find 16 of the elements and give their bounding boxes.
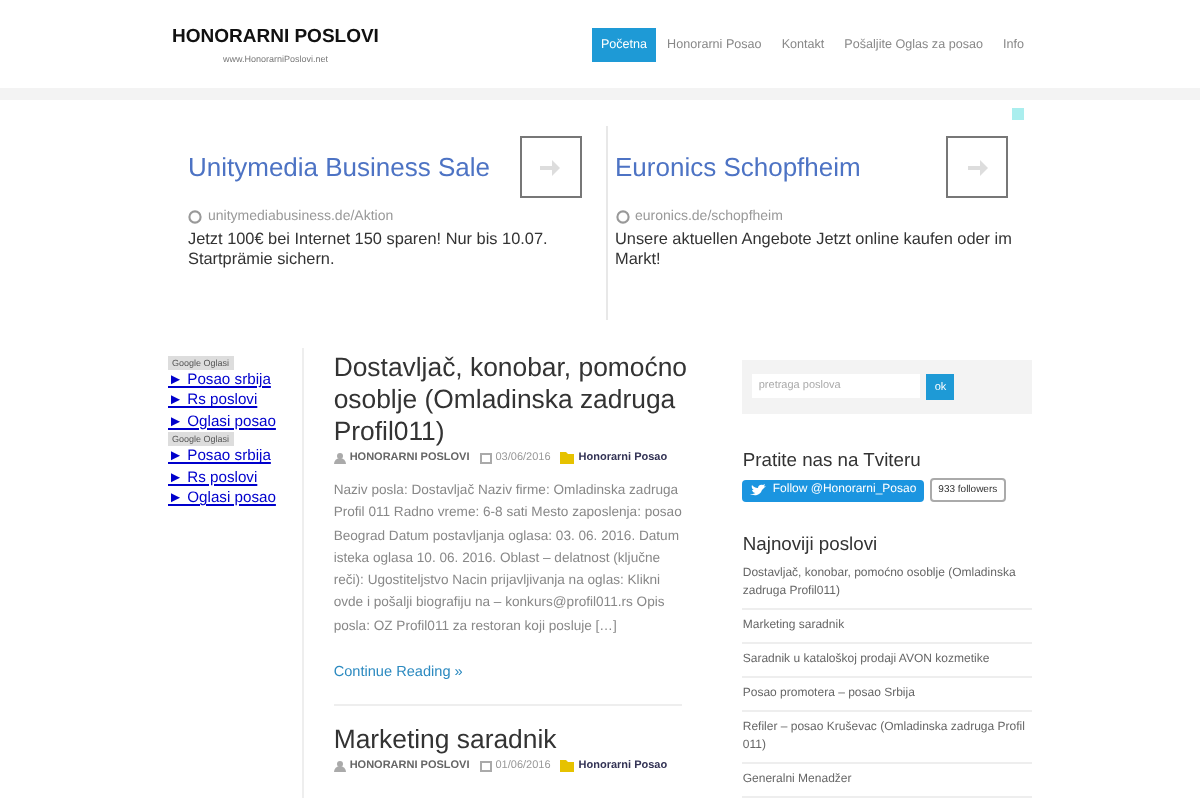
ad-title[interactable]: Unitymedia Business Sale — [188, 152, 491, 182]
ad-text: Jetzt 100€ bei Internet 150 sparen! Nur bis 10.07. Startprämie sichern. — [188, 230, 550, 271]
user-icon — [333, 760, 346, 773]
user-icon — [333, 452, 346, 464]
folder-icon — [560, 760, 575, 773]
ad-title[interactable]: Euronics Schopfheim — [615, 152, 861, 182]
calendar-icon — [479, 452, 492, 464]
post-title[interactable]: Marketing saradnik — [333, 724, 699, 757]
calendar-icon — [479, 760, 492, 773]
folder-icon — [560, 452, 575, 464]
ad-text: Unsere aktuellen Angebote Jetzt online kaufen oder im Markt! — [615, 230, 1012, 271]
widget-heading: Najnoviji poslovi — [742, 532, 880, 554]
bird-icon — [750, 483, 767, 497]
site-logo[interactable]: HONORARNI POSLOVI — [172, 25, 379, 47]
post-title[interactable]: Dostavljač, konobar, pomoćno osoblje (Omladinska zadruga Profil011) — [333, 352, 699, 448]
widget-heading: Pratite nas na Tviteru — [742, 448, 923, 470]
